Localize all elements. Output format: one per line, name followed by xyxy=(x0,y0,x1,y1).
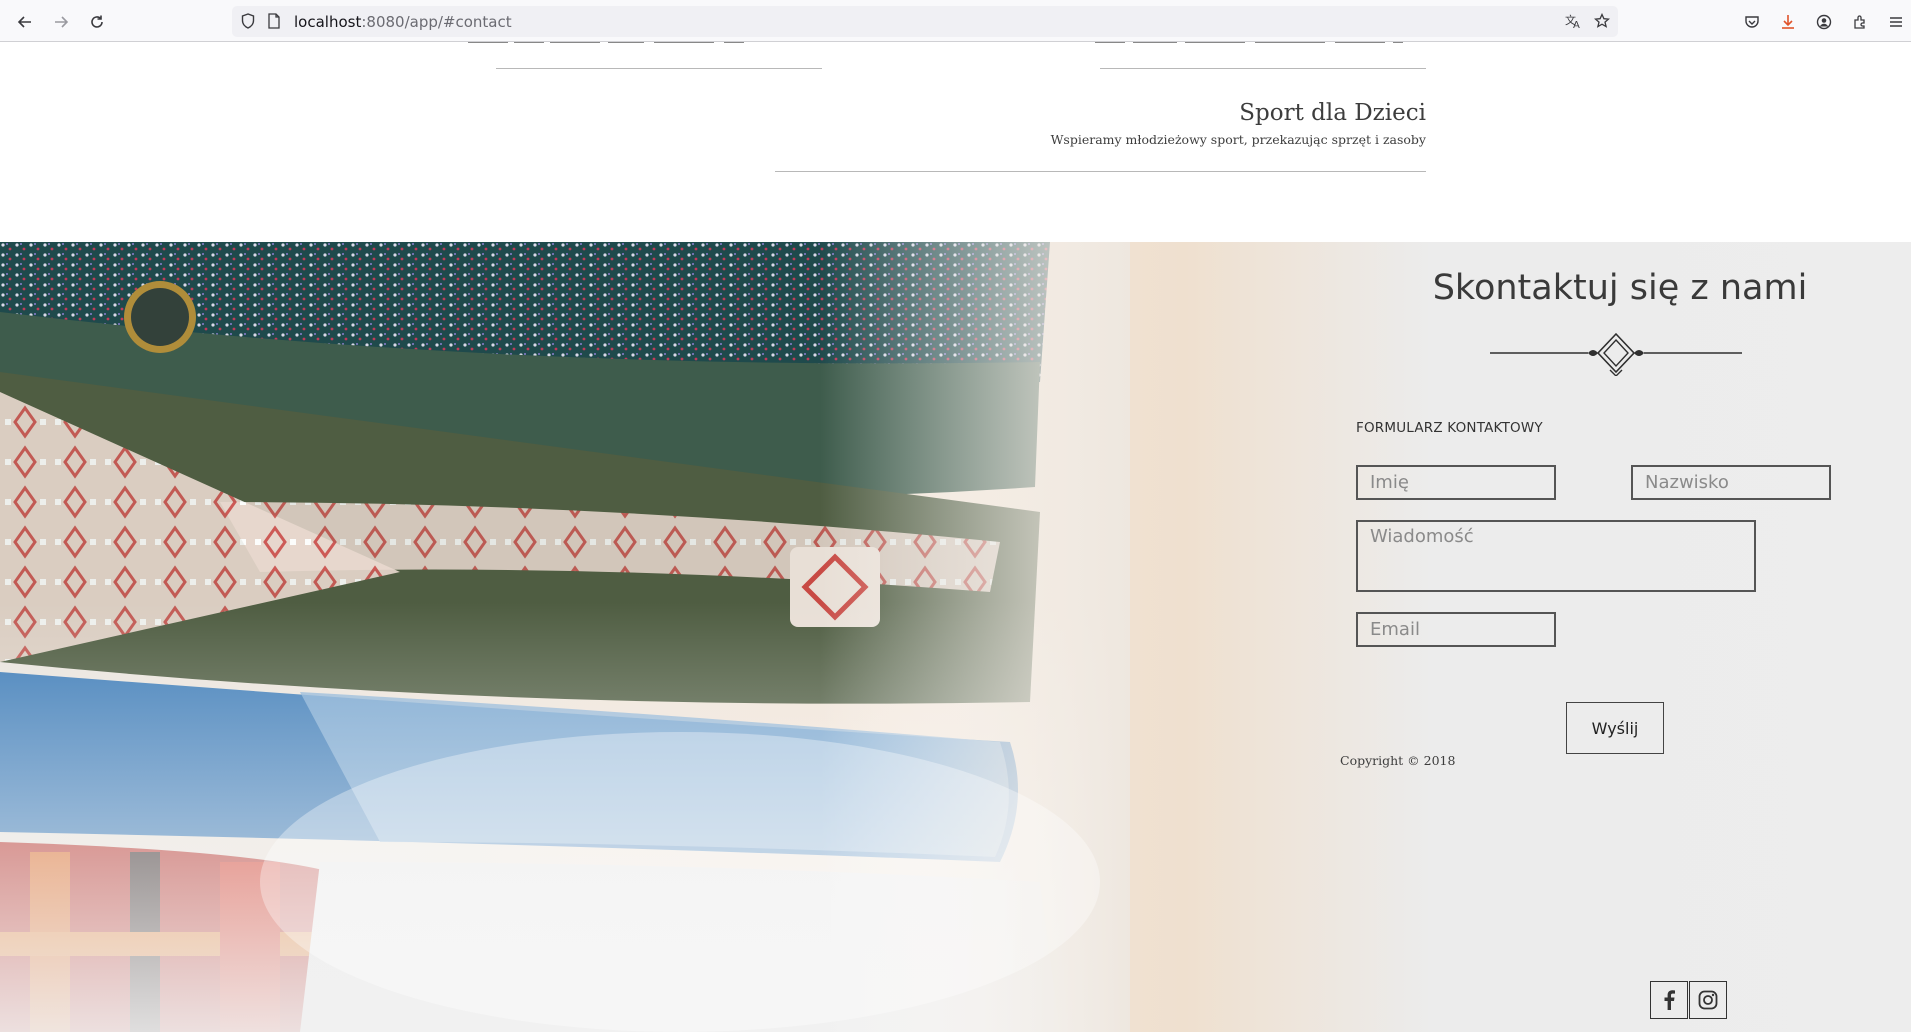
page-content: Sport dla Dzieci Wspieramy młodzieżowy s… xyxy=(0,42,1911,1032)
menu-icon[interactable] xyxy=(1883,9,1909,35)
url-host: localhost xyxy=(294,13,362,31)
svg-text:A: A xyxy=(1573,20,1580,29)
cut-off-text-left xyxy=(468,42,768,46)
message-textarea[interactable] xyxy=(1356,520,1756,592)
facebook-icon xyxy=(1664,990,1675,1010)
account-icon[interactable] xyxy=(1811,9,1837,35)
translate-icon[interactable]: 文A xyxy=(1564,11,1584,31)
address-bar[interactable]: localhost:8080/app/#contact 文A xyxy=(232,6,1618,37)
extensions-icon[interactable] xyxy=(1847,9,1873,35)
divider-line xyxy=(1100,68,1426,69)
contact-title: Skontaktuj się z nami xyxy=(1432,268,1808,308)
url-text: localhost:8080/app/#contact xyxy=(294,13,512,31)
reload-icon[interactable] xyxy=(84,9,110,35)
service-title: Sport dla Dzieci xyxy=(1239,100,1426,126)
copyright-text: Copyright © 2018 xyxy=(1340,753,1456,768)
instagram-link[interactable] xyxy=(1689,981,1727,1019)
pocket-icon[interactable] xyxy=(1739,9,1765,35)
divider-line xyxy=(496,68,822,69)
ornament-divider-icon xyxy=(1490,332,1742,376)
form-heading: FORMULARZ KONTAKTOWY xyxy=(1356,420,1543,436)
send-button[interactable]: Wyślij xyxy=(1566,702,1664,754)
bookmark-star-icon[interactable] xyxy=(1592,11,1612,31)
instagram-icon xyxy=(1698,990,1718,1010)
browser-toolbar: localhost:8080/app/#contact 文A xyxy=(0,0,1911,42)
url-path: :8080/app/#contact xyxy=(361,13,512,31)
divider-line xyxy=(775,171,1426,172)
forward-arrow-icon[interactable] xyxy=(48,9,74,35)
facebook-link[interactable] xyxy=(1650,981,1688,1019)
download-icon[interactable] xyxy=(1775,9,1801,35)
cut-off-text-right xyxy=(1095,42,1415,46)
email-input[interactable] xyxy=(1356,612,1556,647)
back-arrow-icon[interactable] xyxy=(12,9,38,35)
first-name-input[interactable] xyxy=(1356,465,1556,500)
page-info-icon[interactable] xyxy=(264,11,284,31)
sweaters-photo xyxy=(0,242,1130,1032)
shield-icon[interactable] xyxy=(238,11,258,31)
service-description: Wspieramy młodzieżowy sport, przekazując… xyxy=(1050,132,1426,147)
last-name-input[interactable] xyxy=(1631,465,1831,500)
